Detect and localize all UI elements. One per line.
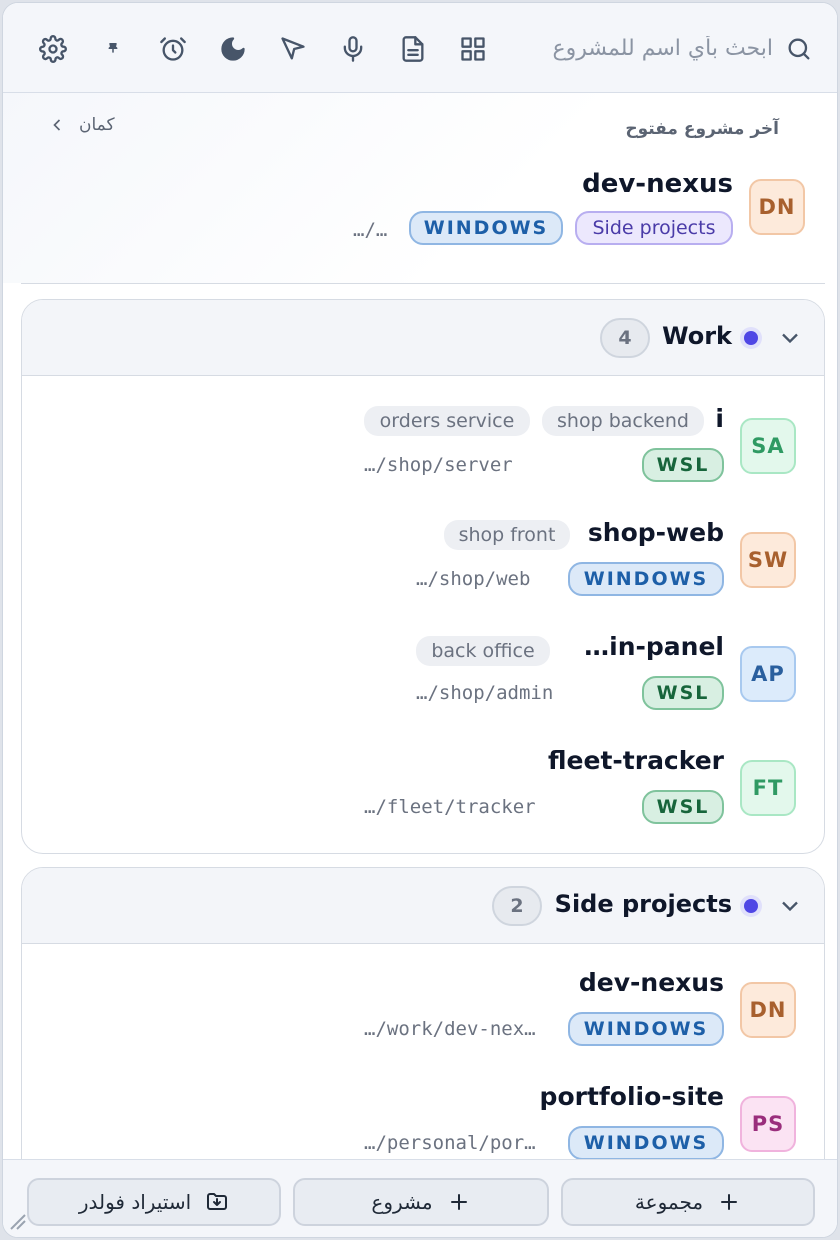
search-input[interactable] (503, 27, 773, 69)
avatar: DN (740, 982, 796, 1038)
app-window: آخر مشروع مفتوح كمان DN dev-nexus Side p… (2, 2, 838, 1238)
os-badge: WINDOWS (568, 1126, 724, 1160)
import-folder-button[interactable]: استيراد فولدر (27, 1178, 281, 1226)
group-color-dot (744, 899, 758, 913)
alarm-icon[interactable] (153, 29, 193, 69)
project-name: dev-nexus (578, 968, 724, 997)
project-tag: back office (416, 636, 550, 666)
project-tag: orders service (364, 406, 530, 436)
group-name: Work (662, 322, 732, 350)
project-row[interactable]: FT fleet-tracker WSL …/fleet/tracker (22, 726, 824, 840)
avatar: FT (740, 760, 796, 816)
resize-handle-icon[interactable] (9, 1213, 27, 1231)
os-badge: WSL (642, 676, 724, 710)
microphone-icon[interactable] (333, 29, 373, 69)
project-name: …in-panel (584, 632, 724, 661)
new-group-button[interactable]: مجموعة (561, 1178, 815, 1226)
more-label: كمان (79, 115, 115, 135)
os-badge: WSL (642, 448, 724, 482)
moon-icon[interactable] (213, 29, 253, 69)
new-project-label: مشروع (371, 1190, 433, 1214)
project-name: fleet-tracker (548, 746, 724, 775)
more-link[interactable]: كمان (47, 115, 115, 135)
chevron-down-icon[interactable] (776, 324, 804, 352)
group-header-side-projects[interactable]: Side projects 2 (22, 868, 824, 944)
project-name[interactable]: dev-nexus (582, 169, 733, 199)
send-icon[interactable] (273, 29, 313, 69)
os-badge: WSL (642, 790, 724, 824)
avatar: AP (740, 646, 796, 702)
import-folder-label: استيراد فولدر (78, 1190, 192, 1214)
project-row[interactable]: DN dev-nexus WINDOWS …/work/dev-nex… (22, 952, 824, 1066)
os-badge: WINDOWS (568, 562, 724, 596)
project-path: …/work/dev-nex… (364, 1018, 536, 1040)
project-name: i (715, 404, 724, 433)
avatar: SA (740, 418, 796, 474)
project-tag: shop backend (542, 406, 704, 436)
grid-icon[interactable] (453, 29, 493, 69)
plus-icon (450, 1194, 467, 1210)
chevron-down-icon[interactable] (776, 892, 804, 920)
group-name: Side projects (554, 890, 732, 918)
group-count-badge: 4 (600, 318, 650, 358)
project-row[interactable]: SW shop-web shop front WINDOWS …/shop/we… (22, 498, 824, 612)
plus-icon (721, 1194, 738, 1210)
group-card-side-projects: Side projects 2 DN dev-nexus WINDOWS …/w… (21, 867, 825, 1197)
search-icon[interactable] (779, 29, 819, 69)
avatar: SW (740, 532, 796, 588)
new-project-button[interactable]: مشروع (293, 1178, 549, 1226)
project-path: …/… (353, 219, 388, 241)
project-row[interactable]: AP …in-panel back office WSL …/shop/admi… (22, 612, 824, 726)
avatar: PS (740, 1096, 796, 1152)
group-badge: Side projects (575, 211, 733, 245)
group-card-work: Work 4 SA i shop backend orders service … (21, 299, 825, 854)
project-tag: shop front (444, 520, 570, 550)
recent-project-section: آخر مشروع مفتوح كمان DN dev-nexus Side p… (3, 93, 837, 283)
group-count-badge: 2 (492, 886, 542, 926)
project-path: …/shop/server (364, 454, 513, 476)
project-row[interactable]: SA i shop backend orders service WSL …/s… (22, 384, 824, 498)
bottom-action-bar: مجموعة مشروع استيراد فولدر (3, 1159, 837, 1237)
avatar: DN (749, 179, 805, 235)
os-badge: WINDOWS (409, 211, 563, 245)
project-name: shop-web (587, 518, 724, 547)
pin-icon[interactable] (93, 29, 133, 69)
project-path: …/shop/admin (416, 682, 554, 704)
project-path: …/fleet/tracker (364, 796, 536, 818)
project-path: …/personal/por… (364, 1132, 536, 1154)
os-badge: WINDOWS (568, 1012, 724, 1046)
document-icon[interactable] (393, 29, 433, 69)
new-group-label: مجموعة (634, 1190, 704, 1214)
group-header-work[interactable]: Work 4 (22, 300, 824, 376)
top-toolbar (3, 3, 837, 93)
group-color-dot (744, 331, 758, 345)
divider (21, 283, 825, 284)
project-path: …/shop/web (416, 568, 531, 590)
chevron-left-icon (53, 119, 61, 131)
folder-import-icon (207, 1193, 228, 1210)
gear-icon[interactable] (33, 29, 73, 69)
recent-label: آخر مشروع مفتوح (625, 119, 779, 139)
project-name: portfolio-site (539, 1082, 724, 1111)
